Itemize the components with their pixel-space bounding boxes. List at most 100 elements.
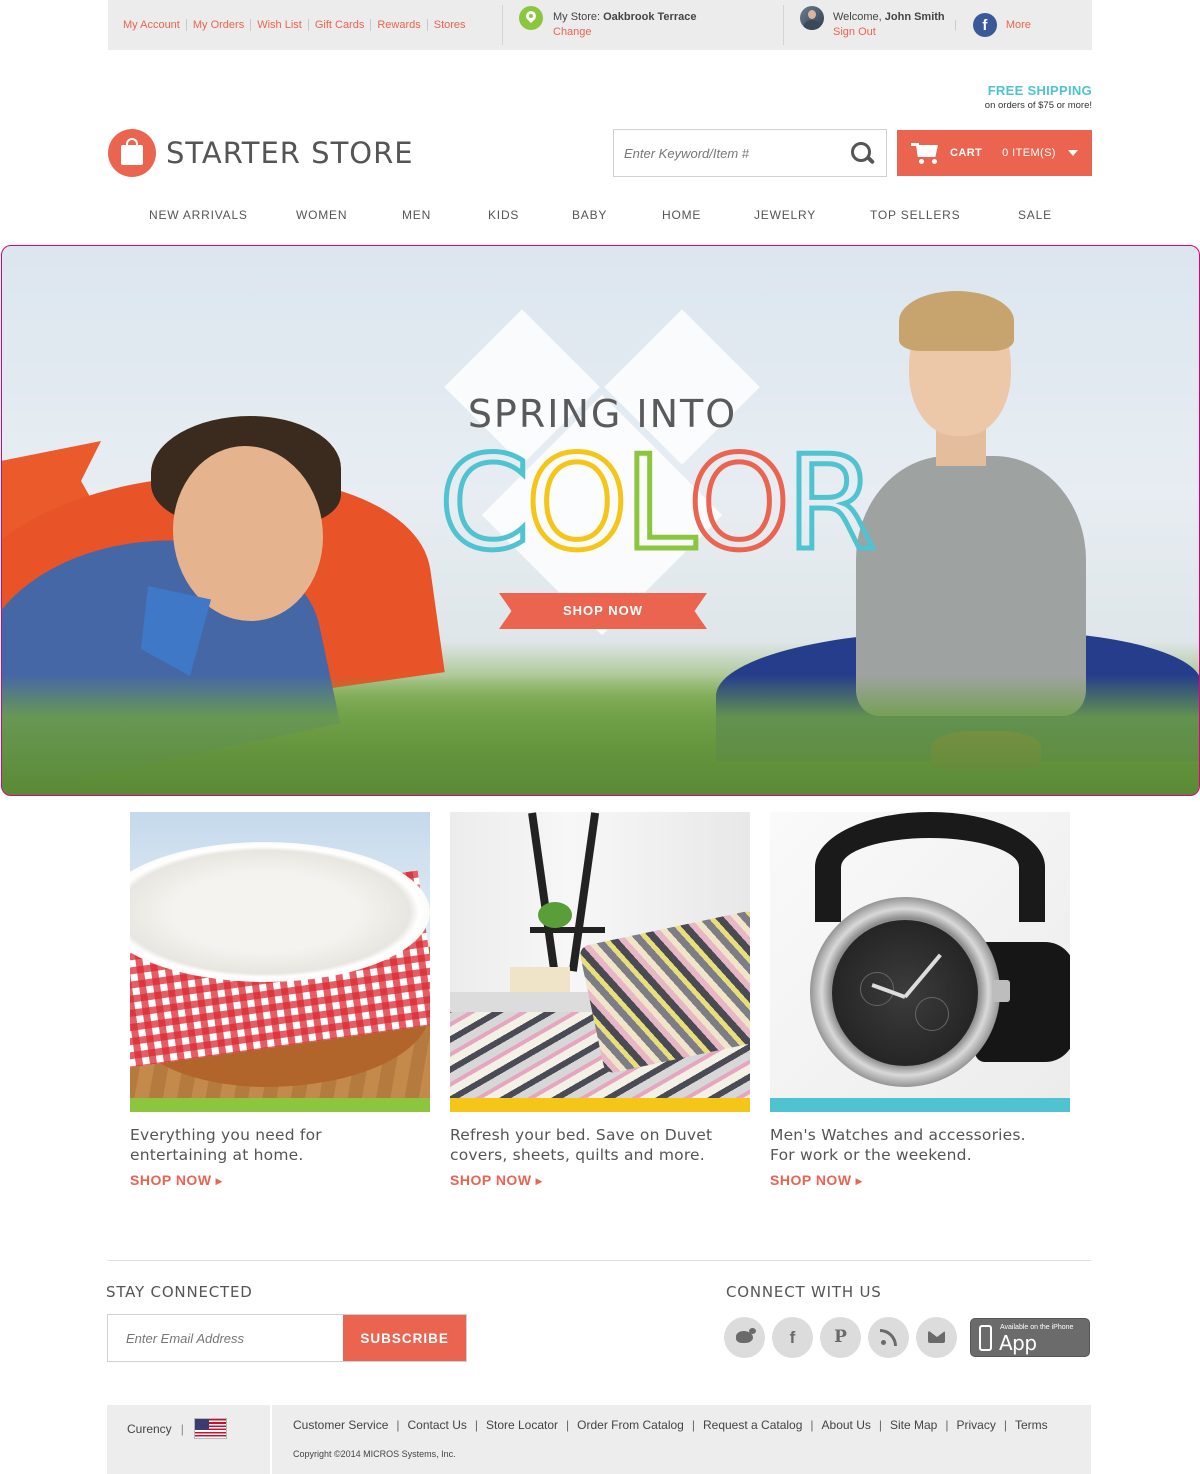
store-name: Oakbrook Terrace	[603, 11, 697, 23]
change-store-link[interactable]: Change	[553, 25, 696, 40]
free-shipping-banner: FREE SHIPPING on orders of $75 or more!	[985, 83, 1092, 111]
nav-item-kids[interactable]: KIDS	[488, 200, 519, 230]
facebook-icon[interactable]: f	[972, 13, 997, 37]
pipe-separator: |	[396, 1418, 400, 1432]
pipe-separator: |	[474, 1418, 478, 1432]
footer-links: Customer Service | Contact Us | Store Loca…	[293, 1418, 1048, 1432]
my-store: My Store: Oakbrook Terrace Change	[503, 6, 783, 40]
shop-now-link[interactable]: SHOP NOW ▶	[130, 1172, 223, 1188]
shop-now-link[interactable]: SHOP NOW ▶	[770, 1172, 863, 1188]
chevron-down-icon	[1068, 150, 1078, 156]
app-store-small-text: Available on the iPhone	[1000, 1324, 1074, 1331]
plate-image[interactable]	[130, 812, 430, 1098]
bottom-bar: Curency | Customer Service | Contact Us | …	[107, 1405, 1091, 1474]
stores-link[interactable]: Stores	[428, 19, 472, 31]
terms-link[interactable]: Terms	[1015, 1418, 1048, 1432]
pipe-separator: |	[878, 1418, 882, 1432]
currency-selector[interactable]: Curency |	[127, 1418, 227, 1439]
nav-item-home[interactable]: HOME	[662, 200, 701, 230]
cart-button[interactable]: CART 0 ITEM(S)	[897, 130, 1092, 176]
app-store-badge[interactable]: Available on the iPhone App Store	[970, 1318, 1090, 1379]
shop-now-label: SHOP NOW	[130, 1172, 212, 1188]
free-shipping-subtitle: on orders of $75 or more!	[984, 100, 1092, 111]
main-nav: NEW ARRIVALS WOMEN MEN KIDS BABY HOME JE…	[108, 200, 1092, 230]
promo-tile-watches: Men's Watches and accessories. For work …	[770, 812, 1070, 1190]
iphone-icon	[979, 1325, 992, 1351]
privacy-link[interactable]: Privacy	[956, 1418, 995, 1432]
utility-bar: My Account My Orders Wish List Gift Card…	[108, 0, 1092, 50]
about-us-link[interactable]: About Us	[822, 1418, 871, 1432]
hero-banner[interactable]: SPRING INTO COLOR SHOP NOW	[1, 245, 1200, 796]
color-bar	[130, 1098, 430, 1112]
grass	[2, 675, 1199, 795]
welcome: Welcome, John Smith Sign Out	[784, 6, 954, 40]
email-field[interactable]	[108, 1315, 344, 1361]
logo-text: STARTER STORE	[166, 136, 414, 170]
subscribe-button[interactable]: SUBSCRIBE	[343, 1315, 466, 1361]
rss-icon[interactable]	[868, 1317, 909, 1358]
color-bar	[450, 1098, 750, 1112]
my-account-link[interactable]: My Account	[123, 19, 187, 31]
wish-list-link[interactable]: Wish List	[251, 19, 309, 31]
hero-shop-now-button[interactable]: SHOP NOW	[499, 593, 707, 629]
pipe-separator: |	[180, 1421, 184, 1436]
hero-promo: SPRING INTO COLOR SHOP NOW	[437, 309, 879, 636]
nav-item-sale[interactable]: SALE	[1018, 200, 1052, 230]
sign-out-link[interactable]: Sign Out	[833, 25, 945, 40]
hero-color-word: COLOR	[437, 426, 880, 581]
my-orders-link[interactable]: My Orders	[187, 19, 252, 31]
pinterest-icon[interactable]: P	[820, 1317, 861, 1358]
shop-now-label: SHOP NOW	[770, 1172, 852, 1188]
connect-with-us-heading: CONNECT WITH US	[726, 1283, 882, 1301]
mail-icon[interactable]	[916, 1317, 957, 1358]
cart-icon	[911, 141, 941, 165]
search-icon[interactable]	[850, 141, 876, 167]
shop-now-link[interactable]: SHOP NOW ▶	[450, 1172, 543, 1188]
promo-text: Everything you need for entertaining at …	[130, 1126, 322, 1164]
watch-image[interactable]	[770, 812, 1070, 1098]
newsletter-form: SUBSCRIBE	[107, 1314, 467, 1362]
store-logo[interactable]: STARTER STORE	[108, 129, 414, 177]
request-catalog-link[interactable]: Request a Catalog	[703, 1418, 802, 1432]
twitter-icon[interactable]	[724, 1317, 765, 1358]
nav-item-men[interactable]: MEN	[402, 200, 431, 230]
arrow-right-icon: ▶	[535, 1176, 543, 1186]
rewards-link[interactable]: Rewards	[371, 19, 428, 31]
search-box	[613, 129, 887, 177]
store-locator-link[interactable]: Store Locator	[486, 1418, 558, 1432]
nav-item-jewelry[interactable]: JEWELRY	[754, 200, 816, 230]
store-prefix: My Store:	[553, 11, 604, 23]
promo-tile-entertaining: Everything you need for entertaining at …	[130, 812, 430, 1190]
nav-item-new-arrivals[interactable]: NEW ARRIVALS	[149, 200, 248, 230]
gift-cards-link[interactable]: Gift Cards	[309, 19, 372, 31]
promo-text: Refresh your bed. Save on Duvet covers, …	[450, 1126, 713, 1164]
nav-item-women[interactable]: WOMEN	[296, 200, 347, 230]
social-links: f P	[724, 1317, 964, 1358]
arrow-right-icon: ▶	[855, 1176, 863, 1186]
cart-label: CART	[950, 147, 983, 159]
free-shipping-title: FREE SHIPPING	[987, 83, 1092, 98]
divider	[107, 1260, 1091, 1261]
bedding-image[interactable]	[450, 812, 750, 1098]
site-map-link[interactable]: Site Map	[890, 1418, 937, 1432]
nav-item-top-sellers[interactable]: TOP SELLERS	[870, 200, 960, 230]
color-letter: R	[784, 426, 879, 581]
color-bar	[770, 1098, 1070, 1112]
order-from-catalog-link[interactable]: Order From Catalog	[577, 1418, 684, 1432]
pipe-separator: |	[954, 19, 957, 31]
more-link[interactable]: More	[1006, 19, 1031, 31]
promo-tile-bedding: Refresh your bed. Save on Duvet covers, …	[450, 812, 750, 1190]
customer-service-link[interactable]: Customer Service	[293, 1418, 388, 1432]
location-pin-icon	[519, 6, 543, 30]
currency-label: Curency	[127, 1421, 172, 1436]
contact-us-link[interactable]: Contact Us	[408, 1418, 467, 1432]
color-letter: C	[437, 426, 533, 581]
facebook-icon[interactable]: f	[772, 1317, 813, 1358]
nav-item-baby[interactable]: BABY	[572, 200, 607, 230]
account-links: My Account My Orders Wish List Gift Card…	[108, 19, 502, 31]
shopping-bag-icon	[108, 129, 156, 177]
copyright: Copyright ©2014 MICROS Systems, Inc.	[293, 1449, 456, 1459]
us-flag-icon[interactable]	[193, 1418, 227, 1439]
stay-connected-heading: STAY CONNECTED	[106, 1283, 253, 1301]
search-input[interactable]	[614, 130, 834, 176]
